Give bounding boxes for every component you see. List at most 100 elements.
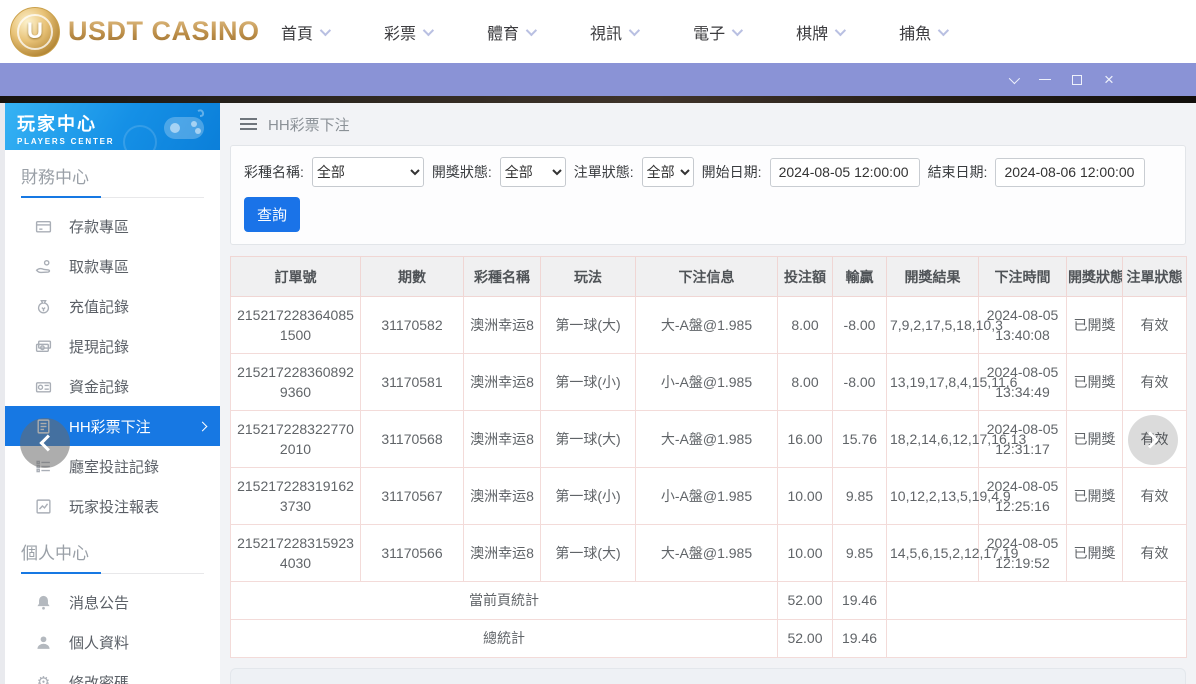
nav-item-fishing[interactable]: 捕魚 [899,20,946,44]
sidebar-item-profile[interactable]: 個人資料 [5,622,220,662]
chevron-right-icon [198,421,208,431]
sidebar-item-label: HH彩票下注 [69,416,151,437]
sidebar-item-funds-record[interactable]: 資金記錄 [5,366,220,406]
chevron-down-icon [629,24,640,35]
draw-status-label: 開獎狀態: [432,162,492,182]
summary-bet-total: 52.00 [778,582,833,620]
cell-bet-info: 大-A盤@1.985 [636,525,778,582]
window-maximize-icon[interactable] [1070,73,1084,87]
summary-empty-cell [887,582,1187,620]
casino-logo-icon: U [10,7,60,57]
top-nav: 首頁 彩票 體育 視訊 電子 棋牌 捕魚 [281,20,946,44]
sidebar-item-label: 提現記錄 [69,336,129,357]
window-title-bar[interactable]: × [0,63,1196,96]
sidebar-item-announcements[interactable]: 消息公告 [5,582,220,622]
end-date-input[interactable] [995,158,1145,187]
sidebar-item-label: 資金記錄 [69,376,129,397]
cell-play-type: 第一球(小) [541,354,636,411]
cell-draw-result: 10,12,2,13,5,19,4,9 [887,468,979,525]
cell-order-id: 2152172283608929360 [231,354,361,411]
sidebar-item-recharge-record[interactable]: 充值記錄 [5,286,220,326]
nav-item-cards[interactable]: 棋牌 [796,20,843,44]
sidebar-item-deposit[interactable]: 存款專區 [5,206,220,246]
nav-item-home[interactable]: 首頁 [281,20,328,44]
person-icon [35,634,52,651]
sidebar-item-label: 消息公告 [69,592,129,613]
column-header-bet-time: 下注時間 [979,257,1067,297]
sidebar-collapse-button[interactable] [20,418,70,468]
column-header-order-status: 注單狀態 [1123,257,1187,297]
report-chart-icon [35,498,52,515]
filter-row: 彩種名稱: 全部 開獎狀態: 全部 注單狀態: 全部 開始日期: 結束日期: [244,157,1172,187]
nav-label: 體育 [487,20,519,44]
lottery-name-label: 彩種名稱: [244,162,304,182]
cell-play-type: 第一球(大) [541,411,636,468]
summary-winloss-total: 19.46 [833,582,887,620]
personal-menu: 消息公告 個人資料 ⚙ 修改密碼 [5,582,220,684]
sidebar-item-withdrawal-record[interactable]: 提現記錄 [5,326,220,366]
order-status-select[interactable]: 全部 [642,157,694,187]
section-title-finance: 財務中心 [21,163,204,198]
cell-bet-amount: 8.00 [778,297,833,354]
draw-status-select[interactable]: 全部 [500,157,566,187]
sidebar-header: 玩家中心 PLAYERS CENTER [5,103,220,150]
sidebar-item-label: 廳室投註記錄 [69,456,159,477]
finance-menu: 存款專區 取款專區 充值記錄 [5,206,220,526]
sidebar-item-withdraw[interactable]: 取款專區 [5,246,220,286]
sidebar-item-label: 個人資料 [69,632,129,653]
table-row: 215217228322770201031170568澳洲幸运8第一球(大)大-… [231,411,1187,468]
nav-item-sports[interactable]: 體育 [487,20,534,44]
screen: U USDT CASINO 首頁 彩票 體育 視訊 電子 棋牌 [0,0,1196,684]
cell-play-type: 第一球(小) [541,468,636,525]
cell-draw-result: 7,9,2,17,5,18,10,3 [887,297,979,354]
deposit-card-icon [35,218,52,235]
sidebar-item-change-password[interactable]: ⚙ 修改密碼 [5,662,220,684]
sidebar-item-player-bet-report[interactable]: 玩家投注報表 [5,486,220,526]
money-bag-icon [35,298,52,315]
cell-bet-amount: 16.00 [778,411,833,468]
cell-order-status: 有效 [1123,297,1187,354]
bell-icon [35,594,52,611]
table-row: 215217228364085150031170582澳洲幸运8第一球(大)大-… [231,297,1187,354]
column-header-period: 期數 [361,257,464,297]
column-header-draw-result: 開獎結果 [887,257,979,297]
cell-draw-status: 已開獎 [1067,468,1123,525]
page-title: HH彩票下注 [268,114,350,135]
cell-period: 31170566 [361,525,464,582]
cell-lottery-name: 澳洲幸运8 [464,411,541,468]
brand-logo[interactable]: U USDT CASINO [10,7,225,57]
cell-order-status: 有效 [1123,468,1187,525]
sidebar-item-label: 修改密碼 [69,672,129,684]
table-row: 215217228315923403031170566澳洲幸运8第一球(大)大-… [231,525,1187,582]
window-close-icon[interactable]: × [1102,73,1116,87]
column-header-order-id: 訂單號 [231,257,361,297]
cell-lottery-name: 澳洲幸运8 [464,297,541,354]
cell-lottery-name: 澳洲幸运8 [464,354,541,411]
hamburger-icon[interactable] [240,118,257,130]
cell-bet-info: 大-A盤@1.985 [636,411,778,468]
nav-item-lottery[interactable]: 彩票 [384,20,431,44]
cell-bet-amount: 10.00 [778,468,833,525]
window-controls: × [1006,63,1116,96]
cell-period: 31170567 [361,468,464,525]
cell-draw-result: 14,5,6,15,2,12,17,19 [887,525,979,582]
table-header-row: 訂單號期數彩種名稱玩法下注信息投注額輸贏開獎結果下注時間開獎狀態注單狀態 [231,257,1187,297]
cell-win-loss: -8.00 [833,354,887,411]
nav-item-video[interactable]: 視訊 [590,20,637,44]
lottery-name-select[interactable]: 全部 [312,157,424,187]
scroll-next-button[interactable] [1128,415,1178,465]
nav-item-slots[interactable]: 電子 [693,20,740,44]
summary-label: 總統計 [231,620,778,658]
nav-label: 電子 [693,20,725,44]
sidebar-item-label: 充值記錄 [69,296,129,317]
cell-order-id: 2152172283227702010 [231,411,361,468]
start-date-input[interactable] [770,158,920,187]
cell-lottery-name: 澳洲幸运8 [464,468,541,525]
cell-order-id: 2152172283640851500 [231,297,361,354]
window-minimize-icon[interactable] [1038,73,1052,87]
cell-bet-info: 大-A盤@1.985 [636,297,778,354]
search-button[interactable]: 查詢 [244,197,300,232]
column-header-win-loss: 輸贏 [833,257,887,297]
brand-name: USDT CASINO [68,16,260,47]
window-collapse-icon[interactable] [1006,73,1020,87]
